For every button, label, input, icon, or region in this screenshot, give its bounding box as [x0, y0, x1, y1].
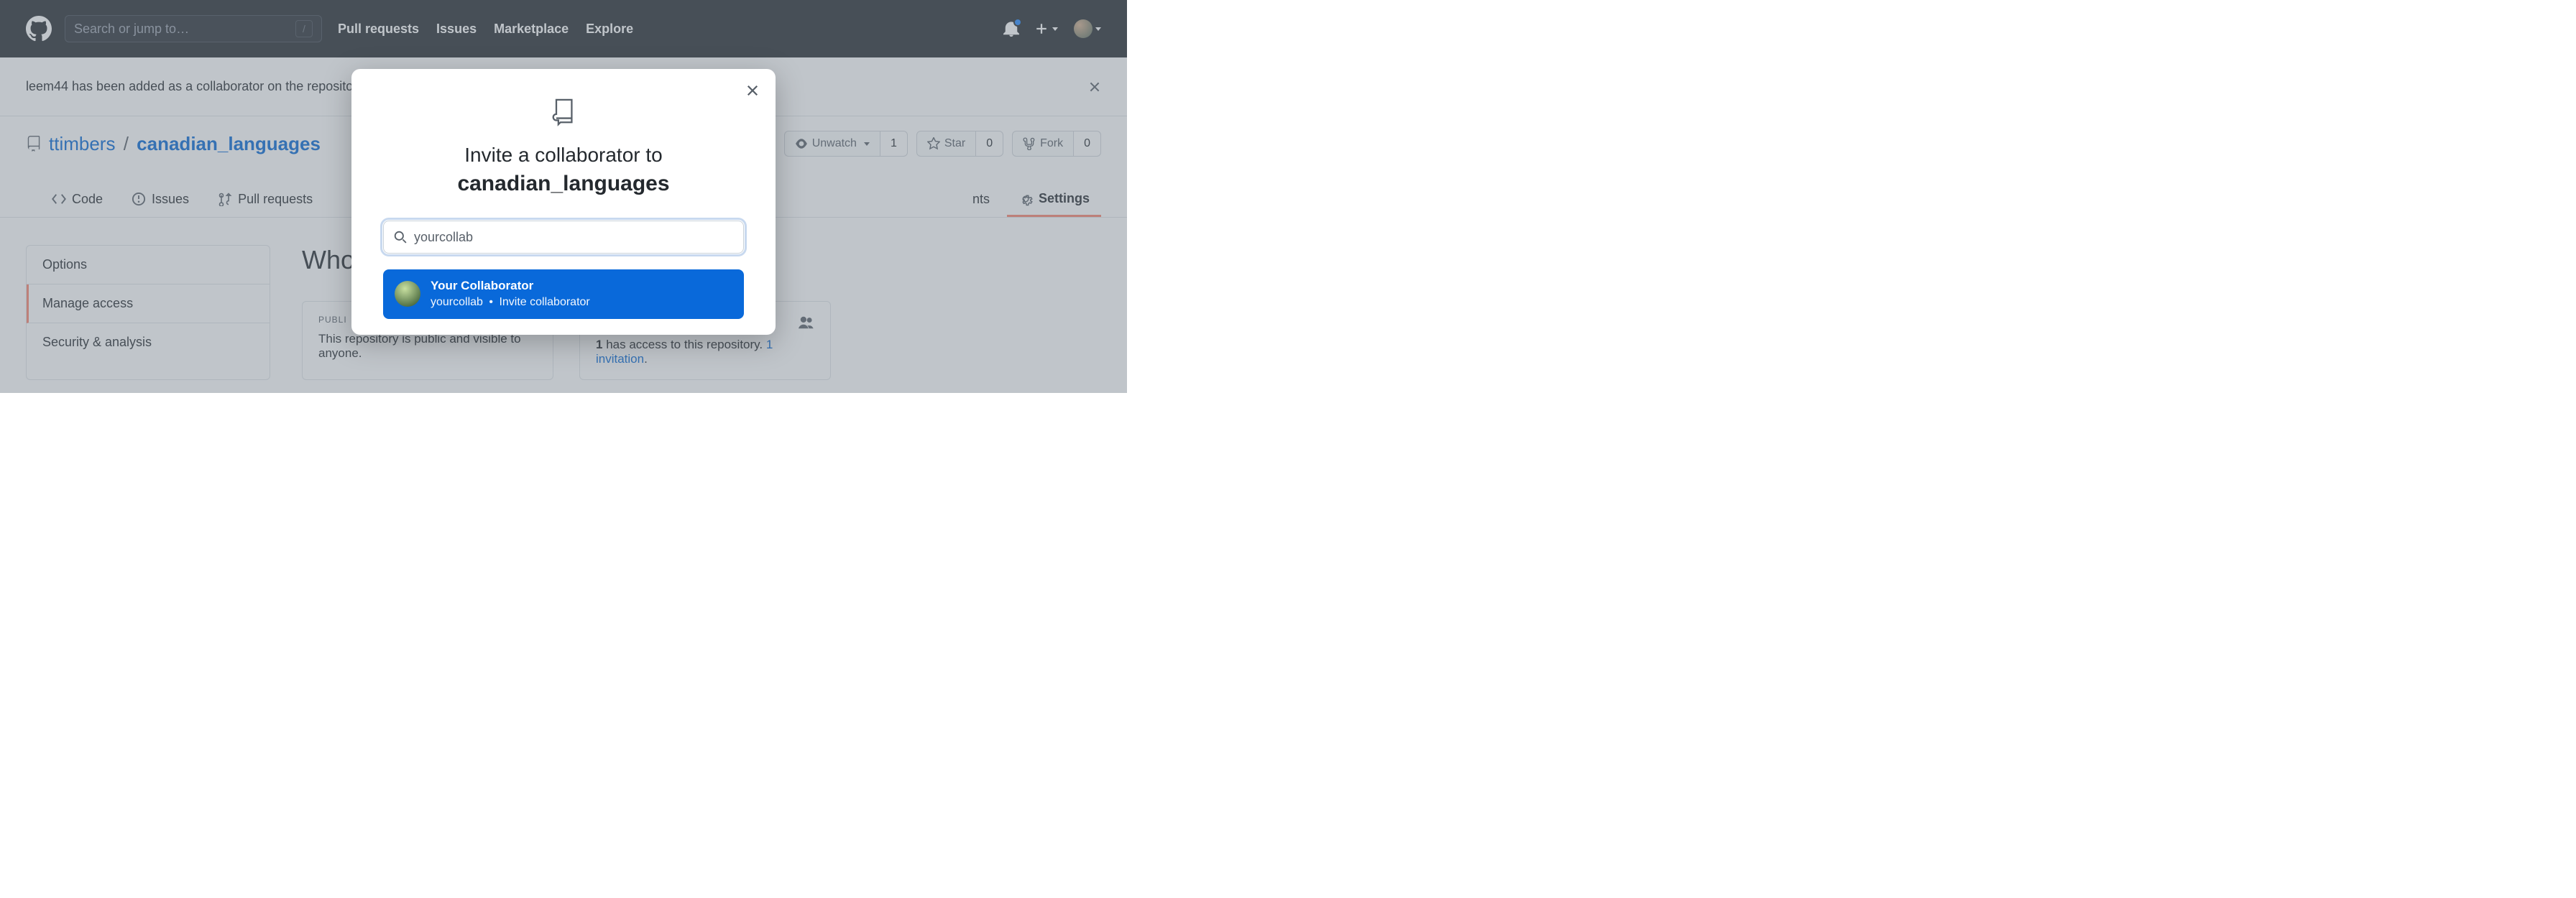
invite-collaborator-modal: Invite a collaborator to canadian_langua… [351, 69, 776, 335]
result-action: Invite collaborator [499, 296, 589, 308]
collaborator-search-input[interactable] [414, 230, 733, 245]
search-icon [394, 231, 407, 244]
collaborator-result[interactable]: Your Collaborator yourcollab • Invite co… [383, 269, 744, 319]
close-icon[interactable] [745, 83, 760, 98]
bullet: • [486, 296, 496, 308]
result-name: Your Collaborator [431, 278, 590, 295]
result-text: Your Collaborator yourcollab • Invite co… [431, 278, 590, 310]
modal-title-line1: Invite a collaborator to [464, 144, 663, 166]
modal-title: Invite a collaborator to canadian_langua… [383, 141, 744, 199]
modal-title-line2: canadian_languages [383, 169, 744, 199]
result-username: yourcollab [431, 296, 483, 308]
modal-overlay[interactable]: Invite a collaborator to canadian_langua… [0, 0, 1127, 393]
collaborator-search[interactable] [383, 221, 744, 254]
repo-icon [551, 98, 576, 126]
avatar [395, 281, 420, 307]
